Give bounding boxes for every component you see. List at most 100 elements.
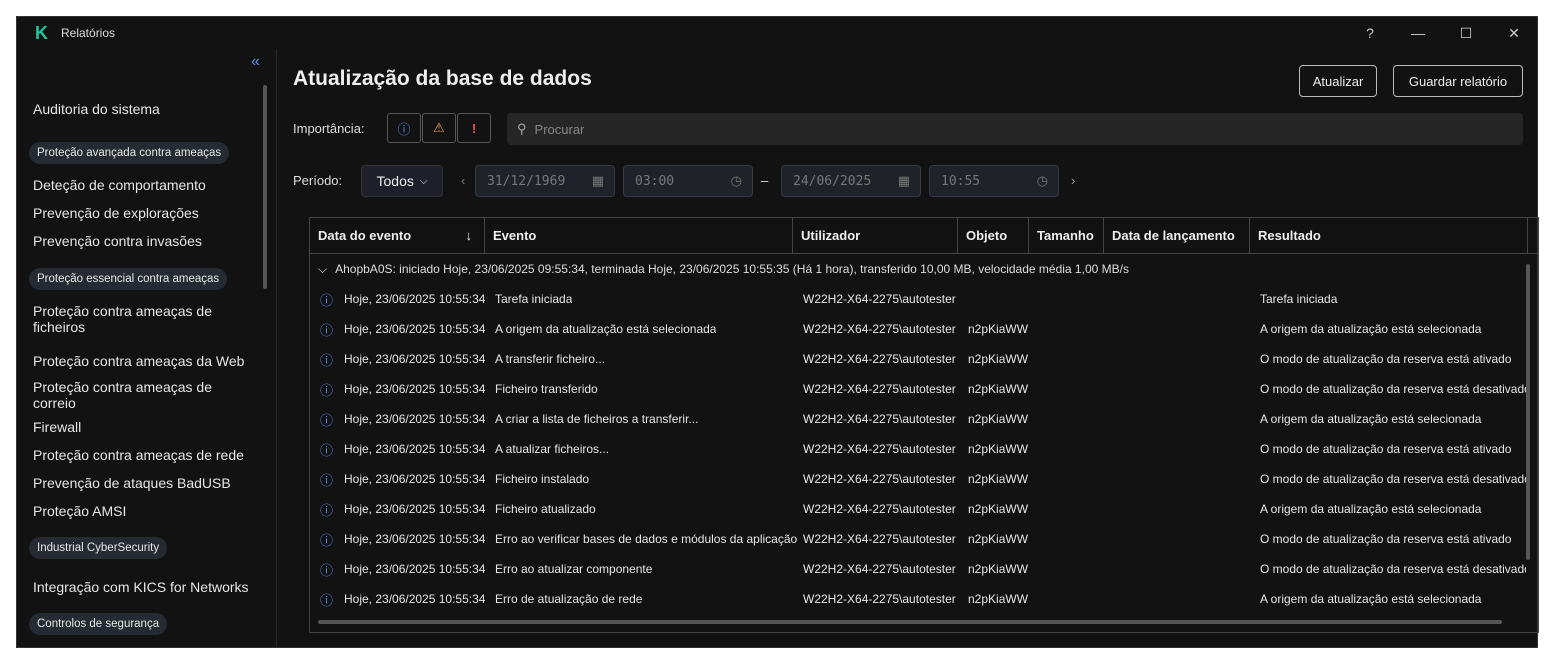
cell-date: Hoje, 23/06/2025 10:55:34 bbox=[344, 442, 486, 456]
critical-filter-icon[interactable]: ! bbox=[457, 113, 491, 143]
cell-date: Hoje, 23/06/2025 10:55:34 bbox=[344, 472, 486, 486]
cell-result: O modo de atualização da reserva está de… bbox=[1260, 382, 1526, 396]
sidebar-item[interactable]: Proteção contra ameaças de rede bbox=[33, 447, 253, 463]
warning-filter-icon[interactable]: ⚠ bbox=[422, 113, 456, 143]
period-dropdown[interactable]: Todos ⌵ bbox=[361, 165, 443, 197]
chevron-down-icon[interactable]: ⌵ bbox=[318, 262, 327, 276]
column-header[interactable]: Tamanho bbox=[1029, 218, 1104, 253]
info-icon: ⓘ bbox=[320, 322, 334, 338]
clock-icon[interactable]: ◷ bbox=[1037, 174, 1048, 189]
cell-date: Hoje, 23/06/2025 10:55:34 bbox=[344, 592, 486, 606]
table-row[interactable]: ⓘ Hoje, 23/06/2025 10:55:34 Tarefa iniciad… bbox=[310, 284, 1526, 314]
cell-result: A origem da atualização está selecionada bbox=[1260, 592, 1482, 606]
info-icon: ⓘ bbox=[320, 352, 334, 368]
cell-event: Ficheiro transferido bbox=[495, 382, 598, 396]
sidebar-item[interactable]: Prevenção de ataques BadUSB bbox=[33, 475, 253, 491]
minimize-button[interactable]: — bbox=[1395, 17, 1441, 49]
table-row[interactable]: ⓘ Hoje, 23/06/2025 10:55:34 Ficheiro atual… bbox=[310, 494, 1526, 524]
page-title: Atualização da base de dados bbox=[293, 67, 592, 90]
column-header[interactable]: Data do evento ↓ bbox=[310, 218, 485, 253]
column-header[interactable]: Utilizador bbox=[793, 218, 958, 253]
sidebar: « Auditoria do sistema Proteção avançada … bbox=[17, 49, 277, 647]
vertical-scrollbar[interactable] bbox=[1526, 264, 1530, 560]
collapse-sidebar-icon[interactable]: « bbox=[251, 53, 260, 71]
sort-arrow-icon[interactable]: ↓ bbox=[466, 228, 473, 243]
cell-result: O modo de atualização da reserva está de… bbox=[1260, 472, 1526, 486]
sidebar-item[interactable]: Prevenção contra invasões bbox=[33, 233, 253, 249]
sidebar-item[interactable]: Auditoria do sistema bbox=[33, 101, 253, 117]
cell-result: O modo de atualização da reserva está at… bbox=[1260, 532, 1512, 546]
horizontal-scrollbar[interactable] bbox=[318, 620, 1502, 624]
cell-user: W22H2-X64-2275\autotester bbox=[803, 322, 956, 336]
cell-result: Tarefa iniciada bbox=[1260, 292, 1338, 306]
chevron-down-icon: ⌵ bbox=[419, 175, 428, 187]
table-row[interactable]: ⓘ Hoje, 23/06/2025 10:55:34 A atualizar fi… bbox=[310, 434, 1526, 464]
save-report-button[interactable]: Guardar relatório bbox=[1393, 65, 1523, 97]
main-content: Atualização da base de dados Atualizar G… bbox=[293, 49, 1539, 647]
clock-icon[interactable]: ◷ bbox=[731, 174, 742, 189]
to-time-field[interactable]: 10:55 ◷ bbox=[929, 165, 1059, 197]
previous-period-icon[interactable]: ‹ bbox=[461, 173, 465, 188]
cell-object: n2pKiaWW bbox=[968, 562, 1029, 576]
column-header[interactable]: Resultado bbox=[1250, 218, 1528, 253]
table-row[interactable]: ⓘ Hoje, 23/06/2025 10:55:34 Ficheiro insta… bbox=[310, 464, 1526, 494]
close-button[interactable]: ✕ bbox=[1491, 17, 1537, 49]
info-icon: ⓘ bbox=[320, 472, 334, 488]
cell-user: W22H2-X64-2275\autotester bbox=[803, 382, 956, 396]
sidebar-item[interactable]: Proteção contra ameaças da Web bbox=[33, 353, 253, 369]
cell-user: W22H2-X64-2275\autotester bbox=[803, 532, 956, 546]
table-row[interactable]: ⓘ Hoje, 23/06/2025 10:55:34 A criar a list… bbox=[310, 404, 1526, 434]
calendar-icon[interactable]: ▦ bbox=[592, 174, 604, 189]
sidebar-item[interactable]: Proteção AMSI bbox=[33, 503, 253, 519]
from-time-field[interactable]: 03:00 ◷ bbox=[623, 165, 753, 197]
info-icon: ⓘ bbox=[320, 292, 334, 308]
table-row[interactable]: ⓘ Hoje, 23/06/2025 10:55:34 Erro ao verifi… bbox=[310, 524, 1526, 554]
table-row[interactable]: ⓘ Hoje, 23/06/2025 10:55:34 Erro ao atuali… bbox=[310, 554, 1526, 584]
cell-object: n2pKiaWW bbox=[968, 322, 1029, 336]
info-filter-icon[interactable]: ⓘ bbox=[387, 113, 421, 143]
period-label: Período: bbox=[293, 173, 343, 188]
cell-object: n2pKiaWW bbox=[968, 442, 1029, 456]
cell-object: n2pKiaWW bbox=[968, 412, 1029, 426]
help-button[interactable]: ? bbox=[1347, 17, 1393, 49]
sidebar-item[interactable]: Integração com KICS for Networks bbox=[33, 579, 253, 595]
sidebar-item[interactable]: Deteção de comportamento bbox=[33, 177, 253, 193]
sidebar-scrollbar[interactable] bbox=[263, 85, 267, 289]
maximize-button[interactable]: ☐ bbox=[1443, 17, 1489, 49]
table-row[interactable]: ⓘ Hoje, 23/06/2025 10:55:34 A transferir f… bbox=[310, 344, 1526, 374]
search-input[interactable]: ⚲ Procurar bbox=[507, 113, 1523, 145]
refresh-button[interactable]: Atualizar bbox=[1299, 65, 1377, 97]
cell-result: A origem da atualização está selecionada bbox=[1260, 412, 1482, 426]
cell-date: Hoje, 23/06/2025 10:55:34 bbox=[344, 412, 486, 426]
column-header[interactable]: Objeto bbox=[958, 218, 1029, 253]
table-row[interactable]: ⓘ Hoje, 23/06/2025 10:55:34 Erro de atuali… bbox=[310, 584, 1526, 614]
cell-date: Hoje, 23/06/2025 10:55:34 bbox=[344, 292, 486, 306]
next-period-icon[interactable]: › bbox=[1071, 173, 1075, 188]
table-row[interactable]: ⓘ Hoje, 23/06/2025 10:55:34 A origem da at… bbox=[310, 314, 1526, 344]
to-date-field[interactable]: 24/06/2025 ▦ bbox=[781, 165, 921, 197]
title-bar: K Relatórios ? — ☐ ✕ bbox=[17, 17, 1537, 49]
cell-object: n2pKiaWW bbox=[968, 502, 1029, 516]
cell-event: Ficheiro atualizado bbox=[495, 502, 596, 516]
sidebar-category: Controlos de segurança bbox=[29, 613, 168, 635]
cell-user: W22H2-X64-2275\autotester bbox=[803, 502, 956, 516]
table-row[interactable]: ⓘ Hoje, 23/06/2025 10:55:34 Ficheiro trans… bbox=[310, 374, 1526, 404]
cell-event: Erro ao atualizar componente bbox=[495, 562, 653, 576]
column-header[interactable]: Data de lançamento bbox=[1104, 218, 1250, 253]
group-row[interactable]: ⌵ AhopbA0S: iniciado Hoje, 23/06/2025 09:… bbox=[318, 262, 1129, 277]
sidebar-item[interactable]: Firewall bbox=[33, 419, 253, 435]
info-icon: ⓘ bbox=[320, 562, 334, 578]
cell-user: W22H2-X64-2275\autotester bbox=[803, 412, 956, 426]
sidebar-item[interactable]: Prevenção de explorações bbox=[33, 205, 253, 221]
sidebar-item[interactable]: Proteção contra ameaças de ficheiros bbox=[33, 303, 253, 335]
cell-event: Tarefa iniciada bbox=[495, 292, 573, 306]
sidebar-category: Industrial CyberSecurity bbox=[29, 537, 168, 559]
column-header[interactable]: Evento bbox=[485, 218, 793, 253]
calendar-icon[interactable]: ▦ bbox=[898, 174, 910, 189]
cell-result: A origem da atualização está selecionada bbox=[1260, 322, 1482, 336]
from-date-field[interactable]: 31/12/1969 ▦ bbox=[475, 165, 615, 197]
cell-event: Ficheiro instalado bbox=[495, 472, 590, 486]
events-table: Data do evento ↓ Evento Utilizador Objeto Tam… bbox=[309, 217, 1539, 633]
sidebar-item[interactable]: Proteção contra ameaças de correio bbox=[33, 379, 253, 411]
cell-object: n2pKiaWW bbox=[968, 592, 1029, 606]
